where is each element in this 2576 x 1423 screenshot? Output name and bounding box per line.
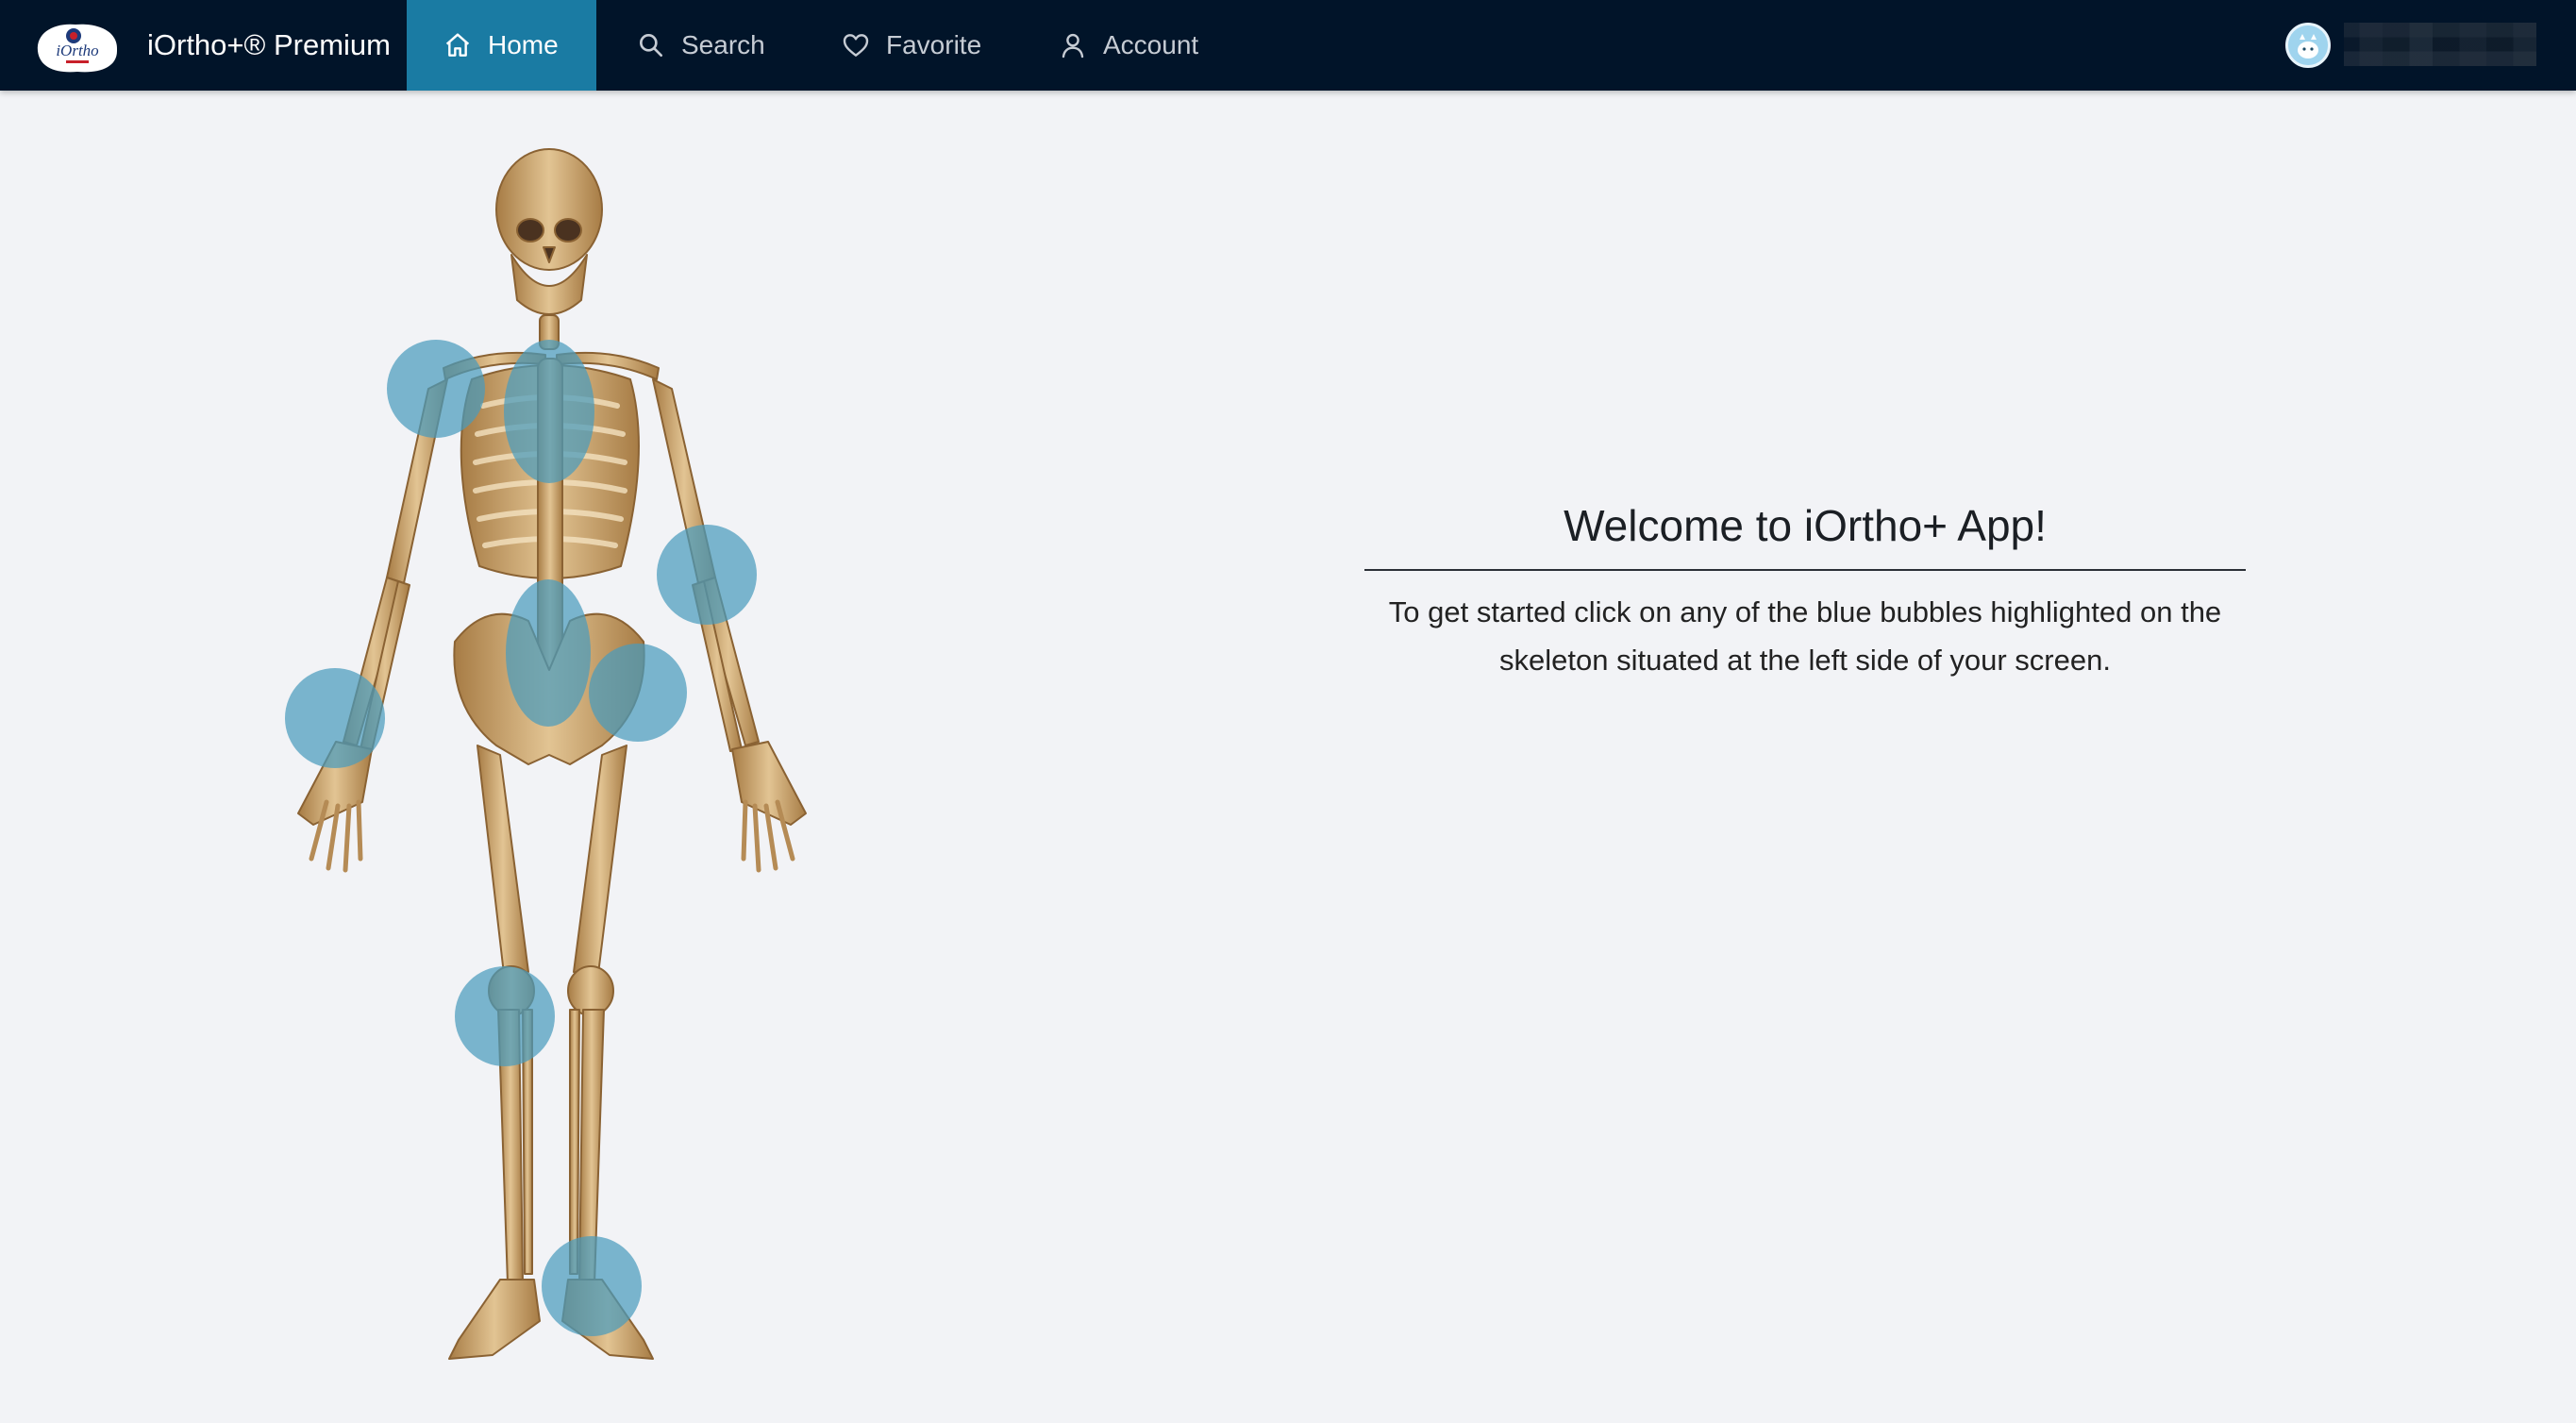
heart-icon: [843, 34, 869, 57]
nav-tab-home-label: Home: [488, 30, 559, 59]
bubble-shoulder[interactable]: [387, 340, 485, 438]
bubble-knee[interactable]: [455, 966, 555, 1066]
app-title: iOrtho+® Premium: [147, 28, 391, 61]
welcome-panel: Welcome to iOrtho+ App! To get started c…: [1364, 500, 2246, 684]
bubble-elbow[interactable]: [657, 525, 757, 625]
nav-tab-account-label: Account: [1103, 30, 1199, 59]
nav-tab-favorite-label: Favorite: [886, 30, 982, 59]
home-icon: [445, 33, 470, 57]
top-navbar: iOrtho iOrtho+® Premium Home Search Favo…: [0, 0, 2576, 91]
skeleton-panel: [245, 142, 868, 1368]
nav-tab-account[interactable]: Account: [1058, 0, 1198, 91]
bubble-hip[interactable]: [589, 644, 687, 742]
bubble-hand-wrist[interactable]: [285, 668, 385, 768]
bubble-foot-ankle[interactable]: [542, 1236, 642, 1336]
welcome-title: Welcome to iOrtho+ App!: [1364, 500, 2246, 572]
welcome-text: To get started click on any of the blue …: [1388, 595, 2222, 678]
user-name-redacted[interactable]: [2344, 23, 2536, 66]
nav-tab-search[interactable]: Search: [636, 0, 765, 91]
bubble-lumbar-pelvis[interactable]: [506, 579, 591, 727]
bubble-spine[interactable]: [504, 340, 594, 483]
search-icon: [640, 33, 662, 57]
nav-tab-favorite[interactable]: Favorite: [841, 0, 981, 91]
svg-text:iOrtho: iOrtho: [56, 42, 98, 59]
nav-tab-search-label: Search: [681, 30, 765, 59]
app-logo[interactable]: iOrtho: [32, 19, 123, 75]
nav-tab-home[interactable]: Home: [407, 0, 596, 91]
user-icon: [1062, 33, 1084, 59]
user-avatar[interactable]: [2285, 23, 2331, 68]
